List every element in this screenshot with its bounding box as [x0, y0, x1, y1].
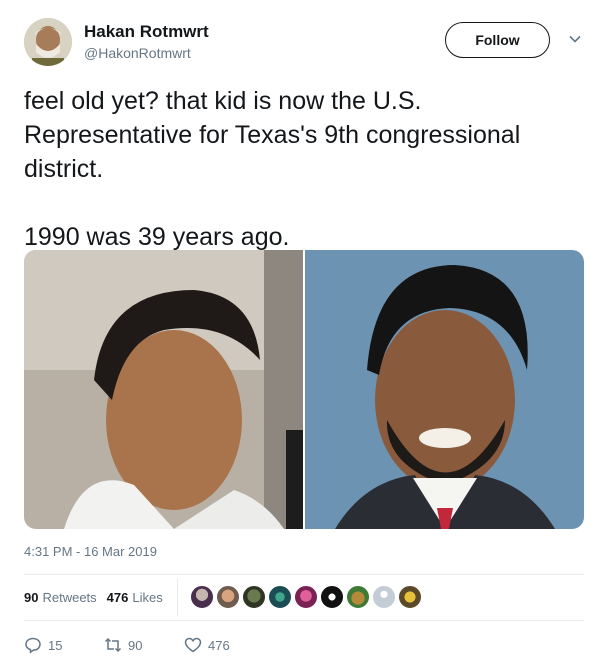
caret-down-icon[interactable]: [568, 32, 582, 46]
retweet-action[interactable]: 90: [104, 636, 184, 654]
likes-count: 476: [106, 590, 129, 605]
tweet-media[interactable]: [24, 250, 584, 529]
liker-avatar[interactable]: [190, 585, 214, 609]
retweets-stat[interactable]: 90 Retweets: [24, 590, 97, 605]
liker-avatar[interactable]: [294, 585, 318, 609]
divider: [24, 574, 584, 575]
author-avatar[interactable]: [24, 18, 72, 66]
reply-action[interactable]: 15: [24, 636, 104, 654]
retweets-label: Retweets: [42, 590, 97, 605]
divider: [24, 620, 584, 621]
heart-icon: [184, 637, 202, 653]
liker-avatar[interactable]: [216, 585, 240, 609]
likes-label: Likes: [132, 590, 163, 605]
photo-young-man[interactable]: [24, 250, 303, 529]
author-display-name[interactable]: Hakan Rotmwrt: [84, 22, 209, 42]
reply-count: 15: [48, 637, 63, 653]
liker-avatar[interactable]: [398, 585, 422, 609]
likes-stat[interactable]: 476 Likes: [107, 590, 163, 605]
like-action[interactable]: 476: [184, 636, 264, 654]
reply-icon: [25, 637, 41, 654]
tweet-actions: 15 90 476: [24, 636, 264, 654]
retweet-icon: [104, 637, 122, 653]
tweet-text: feel old yet? that kid is now the U.S. R…: [24, 87, 521, 251]
liker-avatars: [190, 585, 422, 609]
liker-avatar[interactable]: [372, 585, 396, 609]
liker-avatar[interactable]: [268, 585, 292, 609]
author-handle[interactable]: @HakonRotmwrt: [84, 45, 191, 61]
engagement-stats: 90 Retweets 476 Likes: [24, 590, 163, 605]
tweet-timestamp[interactable]: 4:31 PM - 16 Mar 2019: [24, 544, 157, 559]
retweets-count: 90: [24, 590, 39, 605]
liker-avatar[interactable]: [242, 585, 266, 609]
stats-separator: [177, 578, 178, 616]
photo-congressman[interactable]: [305, 250, 584, 529]
follow-button[interactable]: Follow: [445, 22, 550, 58]
retweet-count: 90: [128, 637, 143, 653]
liker-avatar[interactable]: [346, 585, 370, 609]
tweet-header: Hakan Rotmwrt @HakonRotmwrt Follow: [24, 18, 590, 70]
liker-avatar[interactable]: [320, 585, 344, 609]
like-count: 476: [208, 637, 230, 653]
